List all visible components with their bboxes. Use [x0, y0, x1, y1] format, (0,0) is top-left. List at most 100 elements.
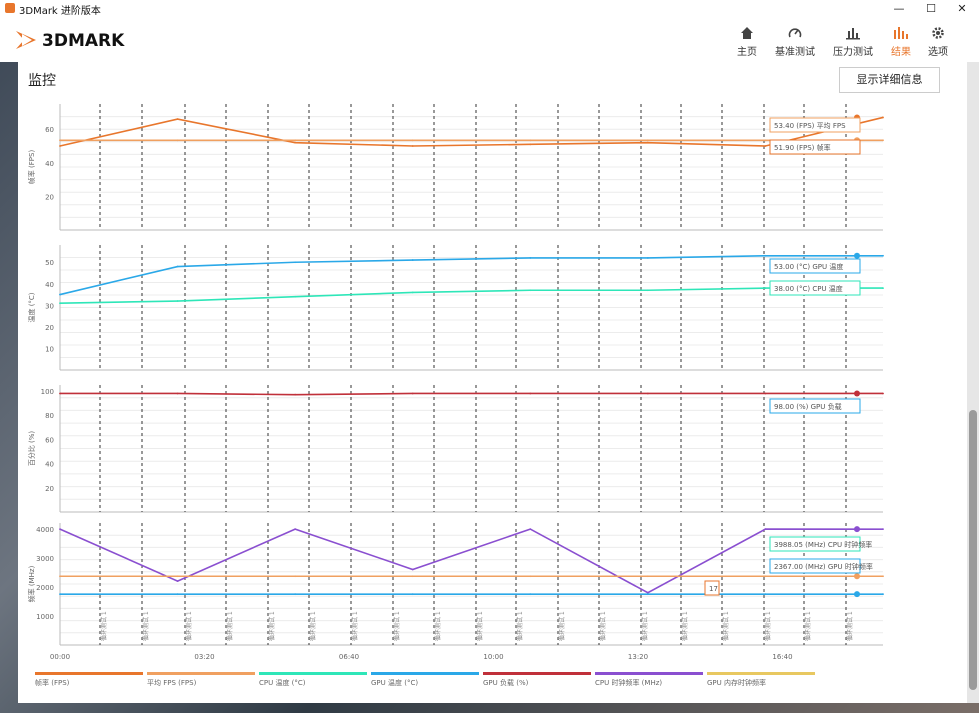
watermark-text: www.chiphell.com [770, 670, 955, 694]
series-point [59, 139, 61, 142]
y-tick-label: 10 [45, 345, 54, 353]
loop-marker-label: 循环测试 1 [351, 611, 359, 641]
series-point [176, 265, 179, 268]
series-point [59, 302, 61, 305]
series-point [764, 593, 767, 596]
y-tick-label: 80 [45, 412, 54, 420]
series-point [411, 392, 414, 395]
series-point [411, 139, 414, 142]
series-point [411, 568, 414, 571]
series-point [294, 141, 297, 144]
legend-label: 帧率 (FPS) [35, 679, 70, 687]
series-point [882, 575, 884, 578]
y-tick-label: 60 [45, 436, 54, 444]
loop-marker-label: 循环测试 1 [226, 611, 234, 641]
loop-marker-label: 循环测试 1 [558, 611, 566, 641]
series-point [882, 528, 884, 531]
series-point [59, 392, 61, 395]
series-point [646, 289, 649, 292]
y-tick-label: 20 [45, 324, 54, 332]
loop-marker-label: 循环测试 1 [309, 611, 317, 641]
series-point [646, 575, 649, 578]
y-tick-label: 40 [45, 160, 54, 168]
y-axis-label: 温度 (°C) [27, 292, 36, 322]
series-point [882, 139, 884, 142]
series-point [176, 575, 179, 578]
series-point [176, 593, 179, 596]
y-tick-label: 4000 [36, 526, 54, 534]
y-tick-label: 20 [45, 485, 54, 493]
scrollbar-thumb[interactable] [969, 410, 977, 690]
series-point [176, 139, 179, 142]
loop-marker-label: 循环测试 1 [804, 611, 812, 641]
series-point [411, 575, 414, 578]
value-callout: 98.00 (%) GPU 负载 [774, 402, 842, 411]
y-tick-label: 50 [45, 259, 54, 267]
series-point [59, 528, 61, 530]
y-tick-label: 40 [45, 461, 54, 469]
y-tick-label: 3000 [36, 555, 54, 563]
x-tick-label: 16:40 [772, 653, 792, 661]
loop-marker-label: 循环测试 1 [599, 611, 607, 641]
series-point [294, 575, 297, 578]
series-point [764, 392, 767, 395]
series-point [764, 254, 767, 257]
chart-pane-1: 10 20 30 40 50 温度 (°C) 53.00 (°C) GPU 温度 38.00 … [27, 245, 884, 371]
legend-swatch [147, 672, 255, 675]
legend-label: GPU 负载 (%) [483, 679, 529, 687]
series-point [646, 257, 649, 259]
y-tick-label: 1000 [36, 613, 54, 621]
series-end-marker [854, 526, 860, 533]
series-point [294, 139, 297, 142]
series-end-marker [854, 390, 860, 397]
loop-marker-label: 循环测试 1 [100, 611, 108, 641]
x-tick-label: 06:40 [339, 653, 359, 661]
legend-swatch [259, 672, 367, 675]
legend-swatch [35, 672, 143, 675]
loop-marker-label: 循环测试 1 [516, 611, 524, 641]
legend-label: 平均 FPS (FPS) [147, 679, 197, 687]
series-point [882, 392, 884, 395]
loop-marker-label: 循环测试 1 [434, 611, 442, 641]
series-end-marker [854, 252, 860, 259]
series-point [529, 575, 532, 578]
series-point [646, 139, 649, 142]
series-line [59, 528, 884, 594]
legend-label: CPU 温度 (°C) [259, 679, 306, 687]
legend-swatch [371, 672, 479, 675]
series-point [646, 593, 649, 596]
series-point [529, 528, 532, 530]
series-point [764, 528, 767, 530]
series-point [764, 145, 767, 147]
y-tick-label: 20 [45, 193, 54, 201]
x-tick-label: 10:00 [483, 653, 503, 661]
monitoring-charts: 20 40 60 帧率 (FPS) 53.40 (FPS) 平均 FPS 51.90 (F… [27, 104, 884, 661]
series-point [294, 528, 297, 530]
series-point [764, 139, 767, 142]
series-point [882, 116, 884, 119]
series-point [59, 293, 61, 296]
y-tick-label: 60 [45, 126, 54, 134]
y-tick-label: 2000 [36, 584, 54, 592]
loop-marker-label: 循环测试 1 [476, 611, 484, 641]
series-point [294, 261, 297, 264]
y-axis-label: 频率 (MHz) [27, 565, 36, 602]
x-tick-label: 13:20 [628, 653, 648, 661]
loop-marker-label: 循环测试 1 [142, 611, 150, 641]
loop-marker-label: 循环测试 1 [846, 611, 854, 641]
series-line [59, 287, 883, 304]
loop-marker-label: 循环测试 1 [681, 611, 689, 641]
value-callout: 17 [709, 585, 718, 593]
loop-marker-label: 循环测试 1 [722, 611, 730, 641]
legend-swatch [595, 672, 703, 675]
series-point [529, 289, 532, 292]
series-point [529, 257, 532, 259]
loop-marker-label: 循环测试 1 [185, 611, 193, 641]
x-tick-label: 00:00 [50, 653, 70, 661]
series-end-marker [854, 591, 860, 598]
series-point [411, 145, 414, 147]
y-axis-label: 帧率 (FPS) [27, 150, 36, 185]
chart-pane-3: 1000 2000 3000 4000 频率 (MHz) 循环测试 1 循环测试 1 循环测试… [27, 523, 884, 661]
series-point [882, 593, 884, 596]
loop-marker-label: 循环测试 1 [393, 611, 401, 641]
